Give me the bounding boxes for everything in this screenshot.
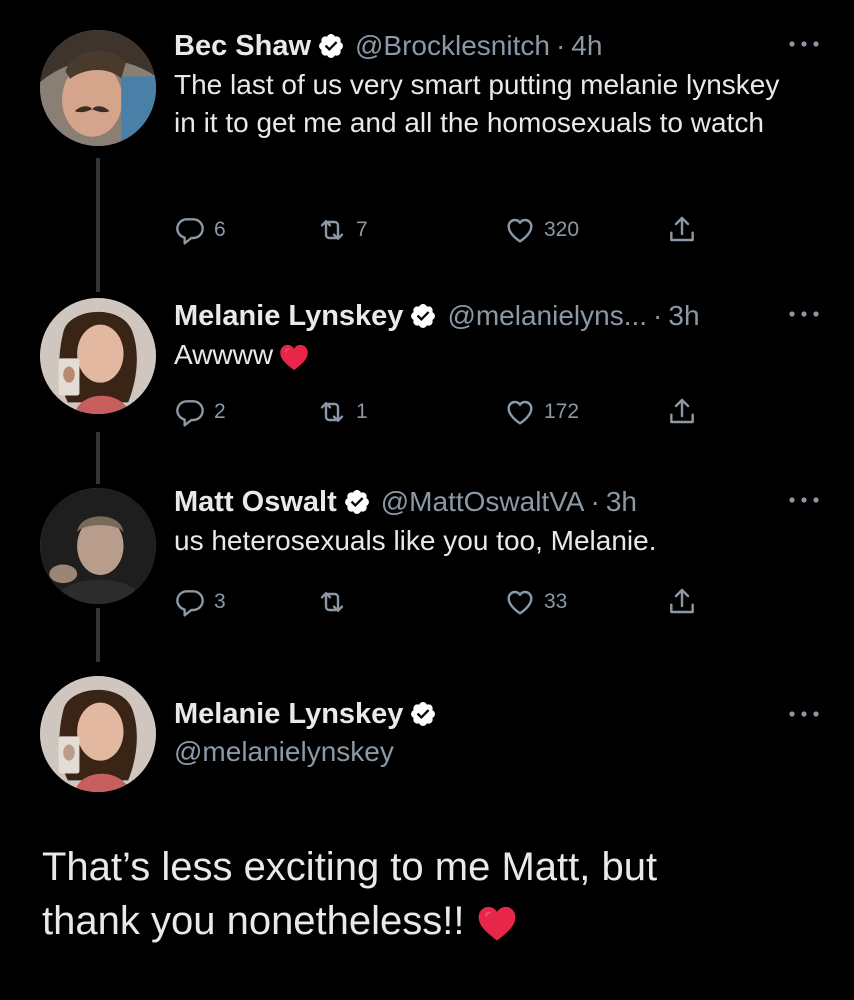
user-handle[interactable]: @MattOswaltVA [381,486,585,518]
more-icon[interactable] [784,304,824,324]
retweet-icon [316,214,348,246]
thread-line [96,608,100,662]
tweet-header: Melanie Lynskey @melanielyns... · 3h [174,298,834,334]
focus-name-row: Melanie Lynskey [174,696,447,732]
share-icon [666,396,698,428]
reply-count: 3 [214,590,226,613]
display-name[interactable]: Melanie Lynskey [174,698,403,731]
display-name[interactable]: Matt Oswalt [174,486,337,519]
avatar[interactable] [40,30,156,146]
reply-count: 6 [214,218,226,241]
verified-badge-icon [317,32,345,60]
verified-badge-icon [343,488,371,516]
like-button[interactable]: 320 [504,214,579,246]
avatar[interactable] [40,676,156,792]
focus-tweet-text: That’s less exciting to me Matt, but tha… [42,840,822,948]
thread-line [96,158,100,292]
tweet[interactable]: Matt Oswalt @MattOswaltVA · 3h us hetero… [174,484,834,560]
reply-icon [174,586,206,618]
user-handle[interactable]: @melanielynskey [174,736,447,768]
user-handle[interactable]: @melanielyns... [447,300,647,332]
reply-button[interactable]: 3 [174,586,226,618]
verified-badge-icon [409,700,437,728]
timestamp[interactable]: 4h [571,30,602,62]
red-heart-icon [279,343,309,371]
focus-tweet-line-1: That’s less exciting to me Matt, but [42,845,658,889]
more-icon[interactable] [784,34,824,54]
retweet-count: 1 [356,400,368,423]
tweet-text: The last of us very smart putting melani… [174,69,780,138]
thread-line [96,432,100,484]
reply-count: 2 [214,400,226,423]
tweet-text: Awwww [174,336,834,374]
like-icon [504,214,536,246]
reply-icon [174,214,206,246]
verified-badge-icon [409,302,437,330]
user-handle[interactable]: @Brocklesnitch [355,30,550,62]
tweet-text: us heterosexuals like you too, Melanie. [174,525,657,556]
retweet-button[interactable]: 1 [316,396,368,428]
retweet-icon [316,586,348,618]
more-icon[interactable] [784,704,824,724]
like-button[interactable]: 172 [504,396,579,428]
like-button[interactable]: 33 [504,586,567,618]
focus-tweet-line-2-text: thank you nonetheless!! [42,899,465,943]
avatar[interactable] [40,488,156,604]
tweet-header: Matt Oswalt @MattOswaltVA · 3h [174,484,834,520]
like-count: 320 [544,218,580,241]
share-button[interactable] [666,396,698,428]
like-icon [504,396,536,428]
reply-button[interactable]: 2 [174,396,226,428]
separator: · [653,300,663,331]
share-icon [666,586,698,618]
avatar[interactable] [40,298,156,414]
display-name[interactable]: Bec Shaw [174,30,311,63]
share-icon [666,214,698,246]
red-heart-icon [477,904,517,942]
focus-tweet-line-2: thank you nonetheless!! [42,894,822,948]
like-count: 33 [544,590,568,613]
action-bar: 6 7 320 [174,214,714,250]
retweet-button[interactable] [316,586,356,618]
tweet[interactable]: Bec Shaw @Brocklesnitch · 4h The last of… [174,28,834,142]
more-icon[interactable] [784,490,824,510]
tweet-text-content: Awwww [174,339,274,370]
share-button[interactable] [666,586,698,618]
tweet-header: Bec Shaw @Brocklesnitch · 4h [174,28,834,64]
share-button[interactable] [666,214,698,246]
tweet[interactable]: Melanie Lynskey @melanielyns... · 3h Aww… [174,298,834,374]
timestamp[interactable]: 3h [668,300,699,332]
reply-button[interactable]: 6 [174,214,226,246]
separator: · [590,486,600,517]
retweet-count: 7 [356,218,368,241]
action-bar: 3 33 [174,586,714,622]
timestamp[interactable]: 3h [606,486,637,518]
retweet-icon [316,396,348,428]
like-icon [504,586,536,618]
like-count: 172 [544,400,580,423]
focus-tweet-header: Melanie Lynskey @melanielynskey [174,696,447,768]
display-name[interactable]: Melanie Lynskey [174,300,403,333]
retweet-button[interactable]: 7 [316,214,368,246]
reply-icon [174,396,206,428]
separator: · [555,30,566,61]
action-bar: 2 1 172 [174,396,714,432]
